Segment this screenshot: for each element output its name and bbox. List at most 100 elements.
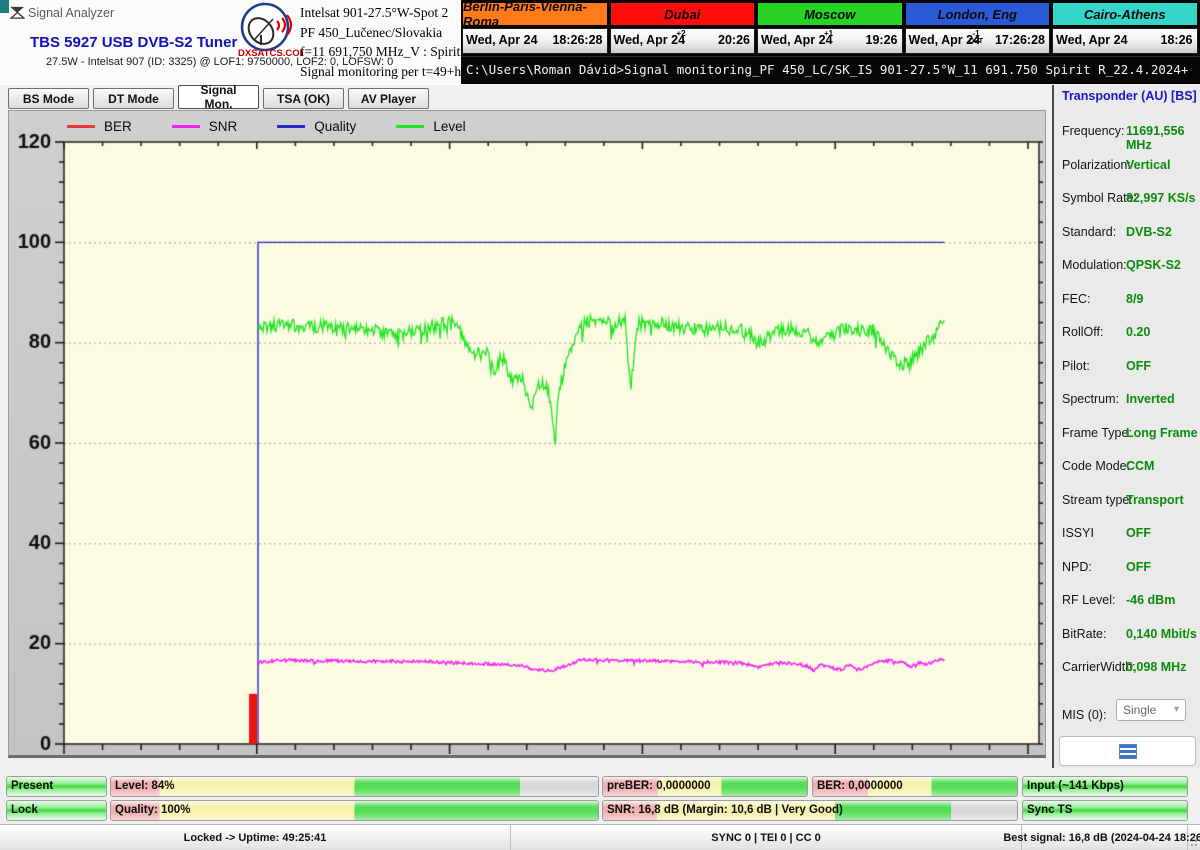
gauge-sync-ts: Sync TS [1022, 800, 1188, 821]
transponder-row: Spectrum:Inverted [1054, 383, 1200, 417]
transponder-row: NPD: OFF [1054, 551, 1200, 585]
svg-text:DXSATCS.COM: DXSATCS.COM [238, 48, 303, 59]
transponder-row-value: 0,098 MHz [1126, 660, 1186, 674]
legend-item-ber: BER [67, 119, 132, 134]
transponder-row-label: BitRate: [1062, 627, 1106, 641]
signal-analyzer-window: { "window": { "title": "Signal Analyzer"… [0, 0, 1200, 850]
clock-time: 17:26:28 [995, 33, 1045, 47]
legend-item-snr: SNR [172, 119, 238, 134]
tab-bs-mode[interactable]: BS Mode [8, 88, 89, 109]
clock-city-label: Berlin-Paris-Vienna-Roma [462, 2, 608, 26]
mode-tab-bar: BS ModeDT ModeSignal Mon.TSA (OK)AV Play… [0, 85, 1048, 109]
transponder-row: FEC:8/9 [1054, 283, 1200, 317]
list-icon [1119, 744, 1137, 759]
clock-london-eng: London, EngWed, Apr 24-1DST17:26:28 [905, 2, 1051, 54]
transponder-row: CarrierWidth:0,098 MHz [1054, 651, 1200, 685]
tab-tsa-ok-[interactable]: TSA (OK) [263, 88, 344, 109]
tab-dt-mode[interactable]: DT Mode [93, 88, 174, 109]
transponder-row: Code Mode:CCM [1054, 450, 1200, 484]
mis-selected-value: Single [1123, 703, 1156, 717]
mis-row: MIS (0): Single ▾ [1054, 699, 1200, 729]
transponder-row-value: OFF [1126, 560, 1151, 574]
transponder-row: RollOff:0.20 [1054, 316, 1200, 350]
chart-legend: BERSNRQualityLevel [67, 116, 506, 136]
gauge-level: Level: 84% [110, 776, 599, 797]
tab-av-player[interactable]: AV Player [348, 88, 429, 109]
gauge-label: SNR: 16,8 dB (Margin: 10,6 dB | Very Goo… [607, 804, 843, 816]
clock-city-label: Moscow [757, 2, 903, 26]
transponder-row: Symbol Rate:82,997 KS/s [1054, 182, 1200, 216]
gauge-label: Present [11, 780, 53, 792]
transponder-row-label: Code Mode: [1062, 459, 1130, 473]
transponder-row: Frame Type:Long Frame [1054, 417, 1200, 451]
gauge-label: Lock [11, 804, 38, 816]
transponder-row-label: Polarization: [1062, 158, 1131, 172]
legend-dash-icon [67, 125, 95, 128]
tab-signal-mon-[interactable]: Signal Mon. [178, 85, 259, 109]
monitoring-info-block: Intelsat 901-27.5°W-Spot 2PF 450_Lučenec… [300, 3, 465, 81]
transponder-row-value: OFF [1126, 526, 1151, 540]
transponder-row: ISSYI OFF [1054, 517, 1200, 551]
transponder-row-value: Transport [1126, 493, 1184, 507]
transponder-sidebar: Transponder (AU) [BS] Frequency:11691,55… [1052, 85, 1200, 768]
transponder-row-label: NPD: [1062, 560, 1092, 574]
tuner-name: TBS 5927 USB DVB-S2 Tuner [30, 34, 237, 51]
gauge-input-kbps-: Input (~141 Kbps) [1022, 776, 1188, 797]
transponder-row: Modulation:QPSK-S2 [1054, 249, 1200, 283]
transponder-row: RF Level: -46 dBm [1054, 584, 1200, 618]
legend-dash-icon [172, 125, 200, 128]
clock-time-row: Wed, Apr 24-1DST17:26:28 [905, 28, 1051, 54]
transponder-row-label: Pilot: [1062, 359, 1090, 373]
gauge-label: BER: 0,0000000 [817, 780, 903, 792]
clock-dubai: DubaiWed, Apr 24+220:26 [610, 2, 756, 54]
clock-time-row: Wed, Apr 2418:26 [1052, 28, 1198, 54]
legend-label: BER [104, 119, 132, 134]
command-prompt[interactable]: C:\Users\Roman Dávid>Signal monitoring_P… [461, 56, 1200, 81]
transponder-row-label: Stream type: [1062, 493, 1133, 507]
transponder-row-label: CarrierWidth: [1062, 660, 1136, 674]
clock-time-row: Wed, Apr 2418:26:28 [462, 28, 608, 54]
transponder-row: Frequency:11691,556 MHz [1054, 115, 1200, 149]
transponder-row-value: DVB-S2 [1126, 225, 1172, 239]
clock-city-label: London, Eng [905, 2, 1051, 26]
clock-time-row: Wed, Apr 24+220:26 [610, 28, 756, 54]
transponder-row-value: OFF [1126, 359, 1151, 373]
clock-utc-offset: -1DST [965, 30, 987, 45]
transponder-row-label: Modulation: [1062, 258, 1127, 272]
clock-time: 18:26 [1161, 33, 1193, 47]
gauge-label: Quality: 100% [115, 804, 190, 816]
app-satellite-icon [10, 5, 25, 20]
transponder-row-label: Standard: [1062, 225, 1116, 239]
transport-stream-list-button[interactable] [1059, 736, 1196, 766]
transponder-row-value: CCM [1126, 459, 1154, 473]
status-bar: Locked -> Uptime: 49:25:41 SYNC 0 | TEI … [0, 824, 1200, 850]
clock-time-row: Wed, Apr 24+119:26 [757, 28, 903, 54]
clock-city-label: Cairo-Athens [1052, 2, 1198, 26]
transponder-row-label: Frame Type: [1062, 426, 1132, 440]
legend-label: SNR [209, 119, 238, 134]
info-line: Intelsat 901-27.5°W-Spot 2 [300, 3, 465, 23]
transponder-row: BitRate:0,140 Mbit/s [1054, 618, 1200, 652]
transponder-header: Transponder (AU) [BS] [1062, 89, 1200, 103]
transponder-row-label: ISSYI [1062, 526, 1094, 540]
gauge-label: preBER: 0,0000000 [607, 780, 711, 792]
transponder-row-value: 8/9 [1126, 292, 1143, 306]
gauge-label: Level: 84% [115, 780, 174, 792]
window-corner-chip [0, 0, 9, 13]
transponder-row-value: -46 dBm [1126, 593, 1175, 607]
transponder-row: Pilot: OFF [1054, 350, 1200, 384]
dxsatcs-logo: DXSATCS.COM [231, 1, 303, 65]
transponder-row-label: RollOff: [1062, 325, 1103, 339]
top-header: Signal Analyzer TBS 5927 USB DVB-S2 Tune… [0, 0, 465, 85]
legend-item-level: Level [396, 119, 465, 134]
transponder-row: Stream type:Transport [1054, 484, 1200, 518]
clock-utc-offset: +1 [818, 30, 840, 38]
gauge-ber: BER: 0,0000000 [812, 776, 1018, 797]
transponder-row-value: Inverted [1126, 392, 1175, 406]
gauge-snr: SNR: 16,8 dB (Margin: 10,6 dB | Very Goo… [602, 800, 1018, 821]
status-uptime: Locked -> Uptime: 49:25:41 [0, 825, 511, 850]
mis-dropdown[interactable]: Single ▾ [1116, 699, 1186, 721]
clock-berlin-paris-vienna-roma: Berlin-Paris-Vienna-RomaWed, Apr 2418:26… [462, 2, 608, 54]
transponder-row-label: RF Level: [1062, 593, 1116, 607]
transponder-row: Standard: DVB-S2 [1054, 216, 1200, 250]
